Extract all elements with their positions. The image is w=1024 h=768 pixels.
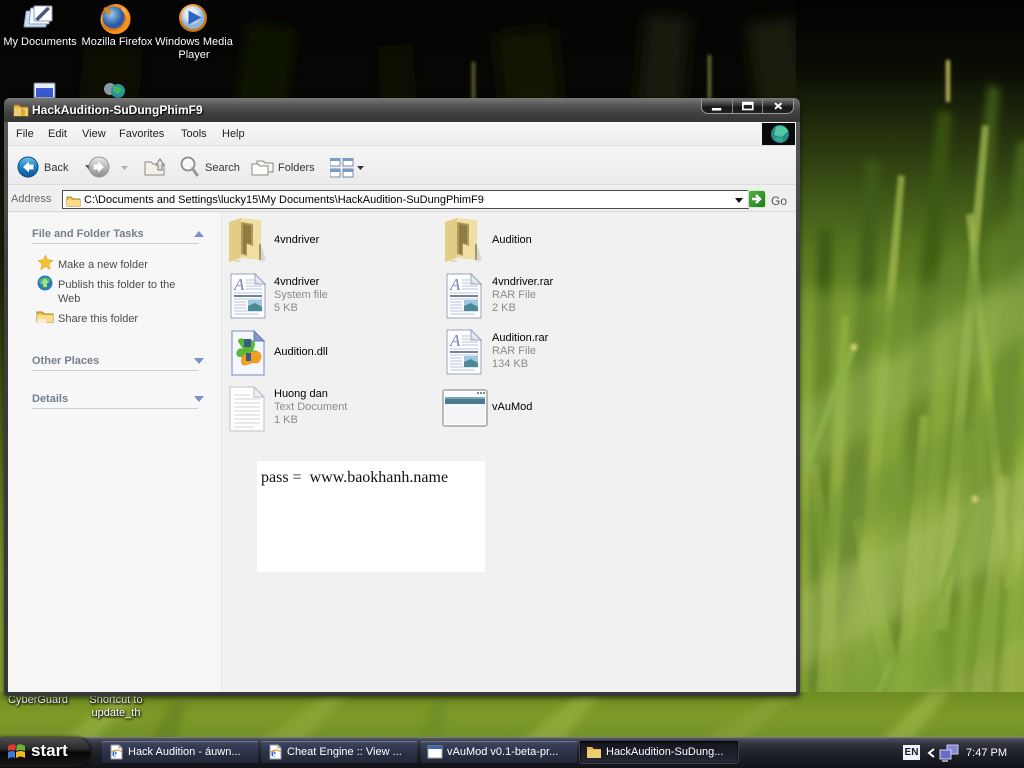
svg-text:e: e [112,748,117,760]
svg-text:A: A [449,331,461,350]
svg-text:e: e [271,748,276,760]
svg-text:A: A [233,275,245,294]
svg-text:A: A [449,275,461,294]
